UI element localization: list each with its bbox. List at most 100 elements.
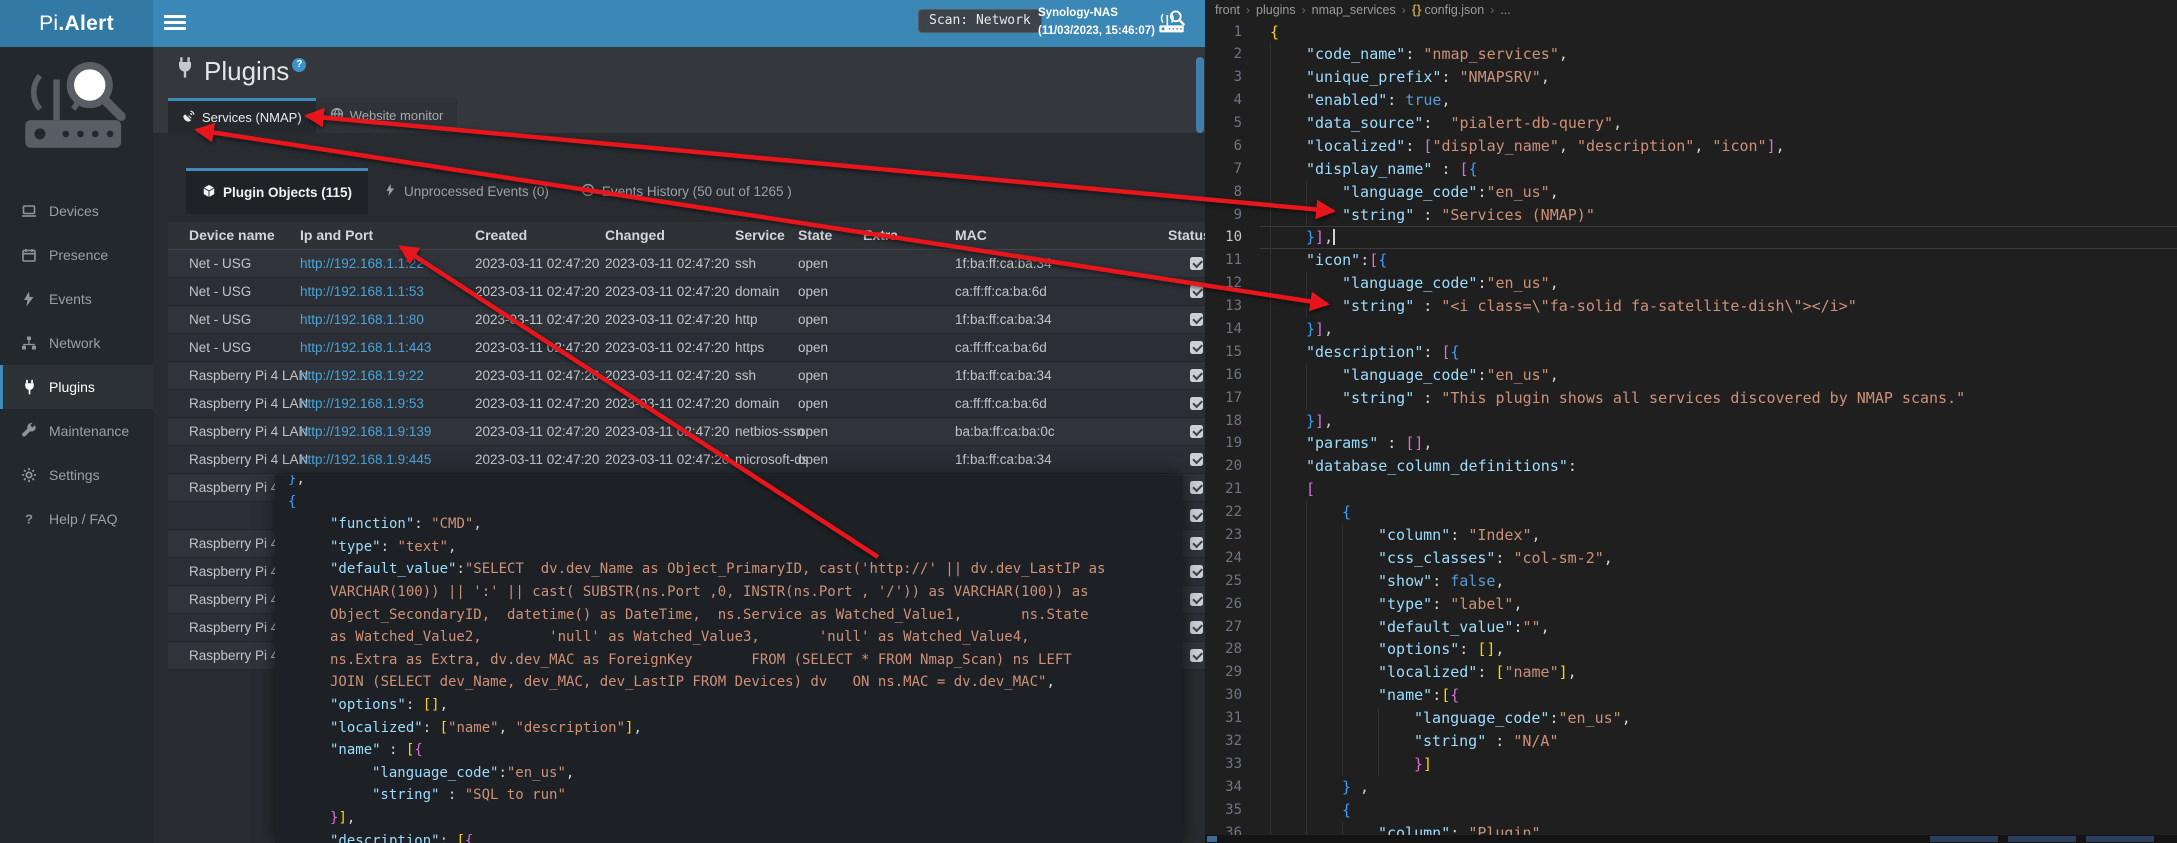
status-checkbox[interactable]: [1190, 453, 1203, 466]
code-line-27: 27"default_value":"",: [1205, 616, 2177, 639]
ip-port-link[interactable]: http://192.168.1.1:22: [300, 256, 424, 271]
mac-cell: ca:ff:ff:ca:ba:6d: [955, 396, 1047, 411]
breadcrumb-separator: ›: [1402, 3, 1406, 17]
code-line-15: 15"description": [{: [1205, 341, 2177, 364]
tab-services-nmap[interactable]: Services (NMAP): [168, 98, 316, 133]
editor-code-area[interactable]: 1{2"code_name": "nmap_services",3"unique…: [1205, 20, 2177, 835]
column-header-created[interactable]: Created: [475, 227, 527, 243]
line-number: 8: [1205, 181, 1242, 204]
subtab-plugin-objects-115[interactable]: Plugin Objects (115): [186, 168, 368, 214]
code-line-31: 31"language_code":"en_us",: [1205, 707, 2177, 730]
created-cell: 2023-03-11 02:47:20: [475, 312, 599, 327]
help-badge[interactable]: ?: [292, 58, 306, 72]
status-checkbox[interactable]: [1190, 509, 1203, 522]
line-number: 14: [1205, 318, 1242, 341]
presence-icon: [17, 247, 41, 263]
status-checkbox[interactable]: [1190, 565, 1203, 578]
status-checkbox[interactable]: [1190, 425, 1203, 438]
breadcrumb-item-front[interactable]: front: [1215, 3, 1240, 17]
status-checkbox[interactable]: [1190, 313, 1203, 326]
tab-label: Events History (50 out of 1265 ): [602, 184, 792, 199]
satellite-dish-icon: [182, 109, 196, 126]
sidebar-item-network[interactable]: Network: [0, 321, 153, 365]
status-checkbox[interactable]: [1190, 341, 1203, 354]
status-checkbox[interactable]: [1190, 285, 1203, 298]
created-cell: 2023-03-11 02:47:20: [475, 256, 599, 271]
table-row: Raspberry Pi 4 LANhttp://192.168.1.9:222…: [168, 362, 1205, 390]
page-scrollbar-thumb[interactable]: [1196, 57, 1204, 133]
overlay-code-line: as Watched_Value2, 'null' as Watched_Val…: [288, 626, 1183, 649]
code-line-21: 21[: [1205, 478, 2177, 501]
ip-port-link[interactable]: http://192.168.1.9:445: [300, 452, 431, 467]
breadcrumb-item-nmap-services[interactable]: nmap_services: [1312, 3, 1396, 17]
breadcrumb-item-config-json[interactable]: {}config.json: [1412, 3, 1485, 17]
column-header-ip-and-port[interactable]: Ip and Port: [300, 227, 373, 243]
code-line-10: 10}],: [1205, 226, 2177, 249]
help-icon: ?: [17, 511, 41, 527]
breadcrumb-separator: ›: [1246, 3, 1250, 17]
line-number: 21: [1205, 478, 1242, 501]
overlay-code-line: "description": [{: [288, 830, 1183, 843]
sidebar-item-presence[interactable]: Presence: [0, 233, 153, 277]
ip-port-link[interactable]: http://192.168.1.1:53: [300, 284, 424, 299]
overlay-code-line: "localized": ["name", "description"],: [288, 717, 1183, 740]
sidebar-item-help-faq[interactable]: ?Help / FAQ: [0, 497, 153, 541]
ip-port-link[interactable]: http://192.168.1.9:22: [300, 368, 424, 383]
sidebar-item-plugins[interactable]: Plugins: [0, 365, 153, 409]
overlay-code-line: ns.Extra as Extra, dv.dev_MAC as Foreign…: [288, 649, 1183, 672]
breadcrumb-item-[interactable]: ...: [1500, 3, 1510, 17]
code-line-35: 35{: [1205, 799, 2177, 822]
line-number: 5: [1205, 112, 1242, 135]
table-row: Net - USGhttp://192.168.1.1:222023-03-11…: [168, 250, 1205, 278]
column-header-mac[interactable]: MAC: [955, 227, 987, 243]
cube-icon: [202, 184, 216, 201]
code-line-34: 34} ,: [1205, 776, 2177, 799]
state-cell: open: [798, 396, 828, 411]
sidebar-item-devices[interactable]: Devices: [0, 189, 153, 233]
status-checkbox[interactable]: [1190, 369, 1203, 382]
breadcrumb-item-plugins[interactable]: plugins: [1256, 3, 1296, 17]
sidebar-item-label: Presence: [49, 247, 108, 263]
overlay-code-line: "name" : [{: [288, 739, 1183, 762]
subtab-events-history-50-out-of-1265[interactable]: Events History (50 out of 1265 ): [565, 168, 808, 214]
line-number: 29: [1205, 661, 1242, 684]
column-header-service[interactable]: Service: [735, 227, 785, 243]
network-icon: [17, 335, 41, 351]
app-logo[interactable]: Pi.Alert: [0, 0, 153, 47]
status-checkbox[interactable]: [1190, 481, 1203, 494]
overlay-code-line: },: [288, 475, 1183, 491]
line-number: 16: [1205, 364, 1242, 387]
line-number: 34: [1205, 776, 1242, 799]
hamburger-menu-icon[interactable]: [164, 15, 186, 32]
ip-port-link[interactable]: http://192.168.1.9:139: [300, 424, 431, 439]
taskbar-strip: [1205, 835, 2177, 843]
column-header-status[interactable]: Status: [1168, 227, 1205, 243]
status-checkbox[interactable]: [1190, 593, 1203, 606]
tab-label: Plugin Objects (115): [223, 185, 352, 200]
column-header-extra[interactable]: Extra: [863, 227, 898, 243]
status-checkbox[interactable]: [1190, 397, 1203, 410]
line-number: 32: [1205, 730, 1242, 753]
devices-icon: [17, 203, 41, 219]
created-cell: 2023-03-11 02:47:20: [475, 452, 599, 467]
code-line-16: 16"language_code":"en_us",: [1205, 364, 2177, 387]
sidebar-item-events[interactable]: Events: [0, 277, 153, 321]
sidebar-item-maintenance[interactable]: Maintenance: [0, 409, 153, 453]
status-checkbox[interactable]: [1190, 621, 1203, 634]
ip-port-link[interactable]: http://192.168.1.1:443: [300, 340, 431, 355]
tab-website-monitor[interactable]: Website monitor: [316, 98, 458, 133]
sidebar-item-settings[interactable]: Settings: [0, 453, 153, 497]
column-header-changed[interactable]: Changed: [605, 227, 665, 243]
code-line-3: 3"unique_prefix": "NMAPSRV",: [1205, 66, 2177, 89]
ip-port-link[interactable]: http://192.168.1.1:80: [300, 312, 424, 327]
svg-text:?: ?: [25, 512, 33, 527]
status-checkbox[interactable]: [1190, 537, 1203, 550]
changed-cell: 2023-03-11 02:47:20: [605, 284, 729, 299]
status-checkbox[interactable]: [1190, 257, 1203, 270]
ip-port-link[interactable]: http://192.168.1.9:53: [300, 396, 424, 411]
column-header-device-name[interactable]: Device name: [189, 227, 275, 243]
column-header-state[interactable]: State: [798, 227, 832, 243]
status-checkbox[interactable]: [1190, 649, 1203, 662]
table-row: Net - USGhttp://192.168.1.1:4432023-03-1…: [168, 334, 1205, 362]
subtab-unprocessed-events-0[interactable]: Unprocessed Events (0): [368, 168, 565, 214]
